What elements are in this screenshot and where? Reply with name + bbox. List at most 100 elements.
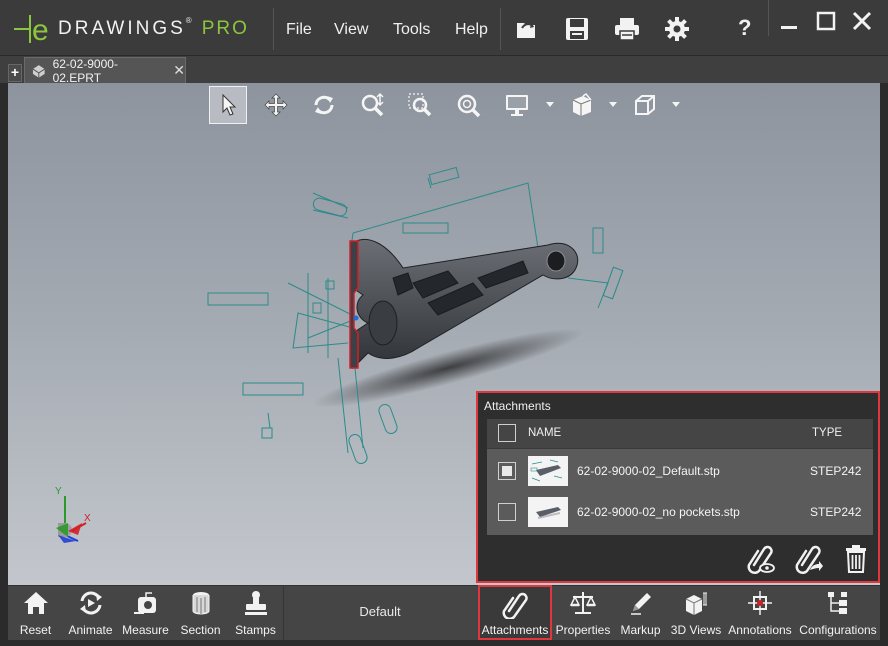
brand-name: DRAWINGS® — [58, 16, 192, 39]
svg-text:e: e — [32, 14, 49, 46]
pencil-icon — [630, 593, 651, 615]
configurations-button[interactable]: Configurations — [796, 585, 880, 640]
zoom-icon — [361, 92, 384, 117]
maximize-icon[interactable] — [813, 8, 839, 34]
section-icon — [192, 592, 209, 615]
close-icon[interactable] — [849, 8, 875, 34]
active-configuration-name: Default — [359, 604, 401, 619]
menu-help[interactable]: Help — [455, 21, 488, 39]
properties-button[interactable]: Properties — [554, 585, 612, 640]
help-icon[interactable]: ? — [738, 15, 751, 41]
column-header-name: NAME — [528, 427, 562, 439]
attachment-name: 62-02-9000-02_no pockets.stp — [577, 505, 740, 519]
list-item[interactable]: 62-02-9000-02_Default.stp STEP242 — [487, 451, 873, 491]
stamps-button[interactable]: Stamps — [228, 585, 283, 640]
view-attachment-icon[interactable] — [744, 543, 776, 575]
settings-gear-icon[interactable] — [664, 16, 690, 42]
display-mode-icon — [506, 95, 528, 116]
zoom-to-fit-icon — [457, 94, 481, 118]
attachments-panel: Attachments NAME TYPE 62-02-9000-02_Defa… — [476, 391, 880, 583]
properties-label: Properties — [555, 623, 611, 637]
open-file-icon[interactable] — [514, 16, 540, 42]
e-logo-mark: e — [14, 14, 49, 46]
menu-file[interactable]: File — [286, 21, 312, 39]
zoom-area-tool-button[interactable] — [401, 86, 439, 124]
attachment-thumbnail — [528, 456, 568, 486]
title-separator — [273, 8, 274, 50]
markup-button[interactable]: Markup — [613, 585, 668, 640]
3d-views-button[interactable]: 3D Views — [668, 585, 724, 640]
measure-button[interactable]: Measure — [118, 585, 173, 640]
measure-label: Measure — [122, 623, 169, 637]
animate-button[interactable]: Animate — [63, 585, 118, 640]
column-header-type: TYPE — [812, 427, 843, 439]
display-mode-button[interactable] — [498, 86, 536, 124]
select-arrow-icon — [222, 93, 237, 116]
home-icon — [23, 592, 48, 614]
reset-label: Reset — [19, 623, 52, 637]
title-separator — [768, 0, 769, 36]
annotations-icon — [748, 591, 772, 615]
delete-icon[interactable] — [840, 543, 872, 575]
annotations-label: Annotations — [728, 623, 792, 637]
display-mode-dropdown-icon[interactable] — [545, 99, 555, 109]
configurations-icon — [828, 592, 847, 614]
configurations-label: Configurations — [799, 623, 877, 637]
menu-tools[interactable]: Tools — [393, 21, 430, 39]
standard-views-button[interactable] — [626, 86, 664, 124]
section-button[interactable]: Section — [173, 585, 228, 640]
attachment-type: STEP242 — [810, 464, 862, 478]
tab-close-icon[interactable]: ✕ — [173, 62, 185, 79]
edrawings-logo: e DRAWINGS® PRO — [12, 12, 274, 46]
paperclip-icon — [502, 592, 528, 619]
menu-view[interactable]: View — [334, 21, 368, 39]
rotate-icon — [314, 95, 334, 115]
attachment-thumbnail — [528, 497, 568, 527]
attachments-button[interactable]: Attachments — [478, 585, 552, 640]
toolbar-separator — [283, 585, 284, 640]
open-attachment-icon[interactable] — [792, 543, 824, 575]
view-orientation-icon — [572, 93, 592, 116]
3d-views-label: 3D Views — [670, 623, 722, 637]
measure-icon — [133, 592, 156, 614]
standard-views-dropdown-icon[interactable] — [671, 99, 681, 109]
zoom-to-area-icon — [408, 93, 432, 117]
annotations-button[interactable]: Annotations — [726, 585, 794, 640]
animate-icon — [79, 591, 102, 615]
3d-views-icon — [685, 592, 707, 615]
section-label: Section — [180, 623, 221, 637]
axis-triad — [56, 496, 87, 543]
pan-icon — [264, 93, 288, 117]
attachment-checkbox[interactable] — [498, 462, 516, 480]
view-orientation-button[interactable] — [563, 86, 601, 124]
minimize-icon[interactable] — [776, 8, 802, 34]
stamp-icon — [244, 591, 267, 615]
attachment-type: STEP242 — [810, 505, 862, 519]
part-file-icon — [32, 64, 45, 78]
triad-x-label: X — [84, 513, 91, 524]
view-orientation-dropdown-icon[interactable] — [608, 99, 618, 109]
rotate-tool-button[interactable] — [305, 86, 343, 124]
triad-y-label: Y — [55, 486, 62, 497]
standard-views-cube-icon — [635, 95, 655, 115]
animate-label: Animate — [68, 623, 113, 637]
reset-button[interactable]: Reset — [8, 585, 63, 640]
print-icon[interactable] — [614, 16, 640, 42]
tab-document[interactable]: 62-02-9000-02.EPRT ✕ — [24, 57, 186, 85]
new-tab-button[interactable]: + — [8, 64, 22, 82]
attachments-label: Attachments — [481, 623, 549, 637]
list-item[interactable]: 62-02-9000-02_no pockets.stp STEP242 — [487, 492, 873, 532]
title-bar: e DRAWINGS® PRO File View Tools Help ? — [0, 0, 888, 56]
select-tool-button[interactable] — [209, 86, 247, 124]
attachment-checkbox[interactable] — [498, 503, 516, 521]
attachments-panel-title: Attachments — [484, 399, 551, 413]
scales-icon — [569, 592, 597, 614]
select-all-checkbox[interactable] — [498, 424, 516, 442]
pan-tool-button[interactable] — [257, 86, 295, 124]
brand-edition: PRO — [201, 18, 249, 39]
title-separator — [500, 8, 501, 50]
attachment-name: 62-02-9000-02_Default.stp — [577, 464, 720, 478]
zoom-fit-tool-button[interactable] — [449, 86, 487, 124]
save-icon[interactable] — [564, 16, 590, 42]
zoom-tool-button[interactable] — [353, 86, 391, 124]
